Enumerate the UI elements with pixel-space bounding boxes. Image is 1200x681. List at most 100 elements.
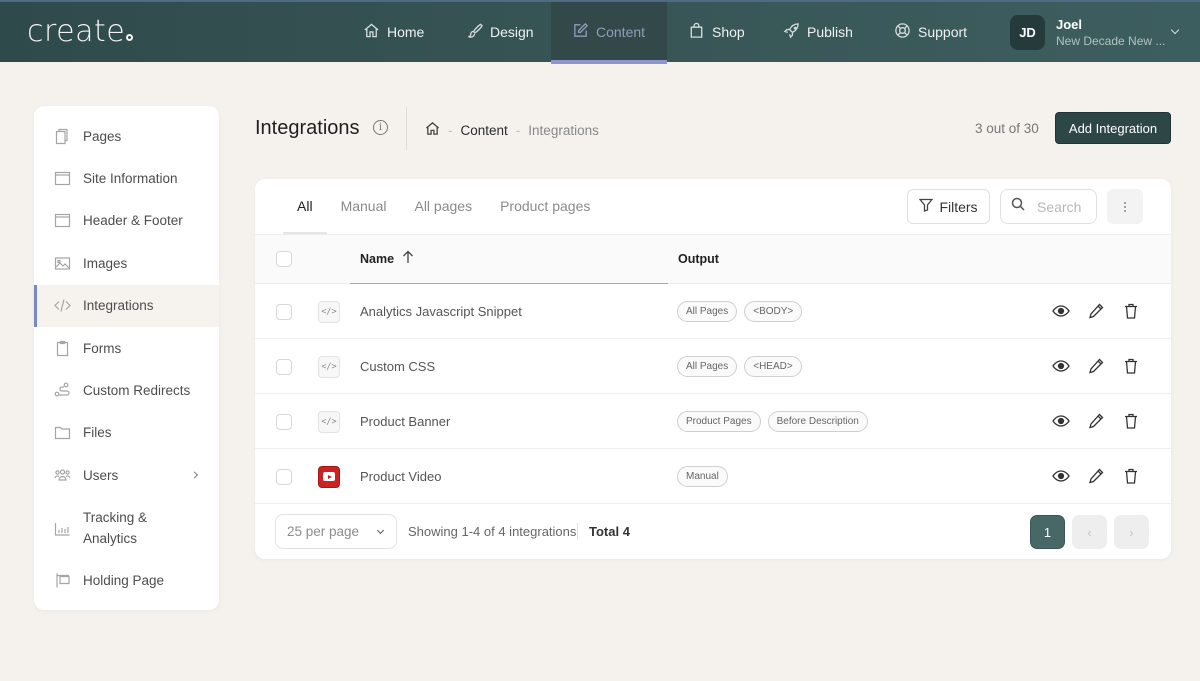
view-eye-icon[interactable] [1052, 467, 1070, 485]
tab-all[interactable]: All [283, 179, 327, 234]
footer-divider [577, 523, 578, 540]
window-icon [54, 212, 71, 229]
home-icon[interactable] [425, 121, 440, 139]
edit-pencil-icon[interactable] [1087, 467, 1105, 485]
output-chips: All Pages <HEAD> [677, 356, 802, 377]
edit-icon [572, 22, 589, 42]
integration-name[interactable]: Product Banner [360, 394, 450, 449]
sidebar: Pages Site Information Header & Footer I… [34, 106, 219, 610]
sidebar-item-tracking-analytics[interactable]: Tracking & Analytics [34, 497, 219, 560]
breadcrumb-current: Integrations [528, 122, 599, 138]
route-icon [54, 382, 71, 399]
info-icon[interactable]: i [373, 120, 388, 135]
nav-label: Design [490, 24, 534, 40]
delete-trash-icon[interactable] [1122, 302, 1140, 320]
delete-trash-icon[interactable] [1122, 412, 1140, 430]
table-row[interactable]: </> Analytics Javascript Snippet All Pag… [255, 284, 1171, 339]
sidebar-item-label: Header & Footer [83, 213, 183, 229]
chevron-down-icon [376, 526, 385, 535]
integration-name[interactable]: Product Video [360, 449, 441, 504]
code-icon: </> [318, 301, 340, 323]
row-checkbox[interactable] [276, 414, 292, 430]
search-input[interactable] [1037, 198, 1097, 215]
user-site-name: New Decade New ... [1056, 33, 1166, 48]
sidebar-item-forms[interactable]: Forms [34, 327, 219, 369]
per-page-value: 25 per page [287, 524, 360, 539]
row-actions [1052, 467, 1140, 485]
sidebar-item-label: Tracking & Analytics [83, 510, 148, 547]
integration-name[interactable]: Analytics Javascript Snippet [360, 284, 522, 339]
sidebar-item-users[interactable]: Users [34, 454, 219, 496]
search-box [1000, 189, 1097, 224]
output-chip: <HEAD> [744, 356, 802, 377]
sidebar-item-label: Forms [83, 340, 122, 356]
nav-content[interactable]: Content [551, 2, 667, 64]
sidebar-item-integrations[interactable]: Integrations [34, 284, 219, 328]
output-chips: Manual [677, 466, 728, 487]
nav-support[interactable]: Support [894, 2, 967, 62]
chevron-right-icon [190, 471, 199, 479]
row-actions [1052, 302, 1140, 320]
tab-manual[interactable]: Manual [327, 179, 401, 234]
name-column-header[interactable]: Name [350, 235, 668, 284]
table-row[interactable]: </> Custom CSS All Pages <HEAD> [255, 339, 1171, 394]
delete-trash-icon[interactable] [1122, 467, 1140, 485]
row-checkbox[interactable] [276, 304, 292, 320]
breadcrumb-content[interactable]: Content [461, 123, 508, 138]
nav-home[interactable]: Home [363, 2, 424, 62]
tab-product-pages[interactable]: Product pages [486, 179, 604, 234]
sidebar-item-custom-redirects[interactable]: Custom Redirects [34, 369, 219, 411]
sign-icon [54, 572, 71, 589]
integration-count: 3 out of 30 [975, 121, 1039, 136]
home-icon [363, 22, 380, 42]
sidebar-item-label: Custom Redirects [83, 383, 191, 399]
row-actions [1052, 357, 1140, 375]
table-header: Name Output [255, 234, 1171, 284]
filter-tabs: All Manual All pages Product pages [283, 179, 604, 234]
row-checkbox[interactable] [276, 469, 292, 485]
nav-publish[interactable]: Publish [783, 2, 853, 62]
view-eye-icon[interactable] [1052, 357, 1070, 375]
per-page-select[interactable]: 25 per page [275, 514, 397, 549]
edit-pencil-icon[interactable] [1087, 412, 1105, 430]
previous-page-button[interactable]: ‹ [1072, 515, 1107, 549]
sidebar-item-site-information[interactable]: Site Information [34, 157, 219, 199]
sidebar-item-label: Site Information [83, 171, 178, 187]
table-row[interactable]: Product Video Manual [255, 449, 1171, 504]
nav-shop[interactable]: Shop [688, 2, 745, 62]
sort-ascending-icon [402, 236, 414, 284]
view-eye-icon[interactable] [1052, 302, 1070, 320]
table-footer: 25 per page Showing 1-4 of 4 integration… [255, 504, 1171, 559]
user-menu[interactable]: JD Joel New Decade New ... [1010, 15, 1180, 50]
sidebar-item-holding-page[interactable]: Holding Page [34, 560, 219, 602]
filters-button[interactable]: Filters [907, 189, 990, 224]
sidebar-item-header-footer[interactable]: Header & Footer [34, 200, 219, 242]
create-logo[interactable]: create [27, 14, 134, 49]
window-icon [54, 170, 71, 187]
view-eye-icon[interactable] [1052, 412, 1070, 430]
select-all-checkbox[interactable] [276, 251, 292, 267]
filters-label: Filters [939, 198, 978, 215]
table-row[interactable]: </> Product Banner Product Pages Before … [255, 394, 1171, 449]
page-1-button[interactable]: 1 [1030, 515, 1065, 549]
nav-design[interactable]: Design [466, 2, 534, 62]
add-integration-button[interactable]: Add Integration [1055, 112, 1171, 144]
code-icon: </> [318, 411, 340, 433]
edit-pencil-icon[interactable] [1087, 302, 1105, 320]
row-checkbox[interactable] [276, 359, 292, 375]
delete-trash-icon[interactable] [1122, 357, 1140, 375]
chevron-down-icon [1170, 25, 1180, 35]
clipboard-icon [54, 340, 71, 357]
more-options-button[interactable] [1107, 189, 1143, 224]
filter-icon [919, 198, 934, 215]
page-title: Integrations [255, 117, 360, 139]
tab-all-pages[interactable]: All pages [400, 179, 486, 234]
sidebar-item-images[interactable]: Images [34, 242, 219, 284]
edit-pencil-icon[interactable] [1087, 357, 1105, 375]
integrations-card: All Manual All pages Product pages Filte… [255, 179, 1171, 559]
next-page-button[interactable]: › [1114, 515, 1149, 549]
sidebar-item-files[interactable]: Files [34, 412, 219, 454]
users-icon [54, 467, 71, 484]
sidebar-item-pages[interactable]: Pages [34, 115, 219, 157]
integration-name[interactable]: Custom CSS [360, 339, 435, 394]
